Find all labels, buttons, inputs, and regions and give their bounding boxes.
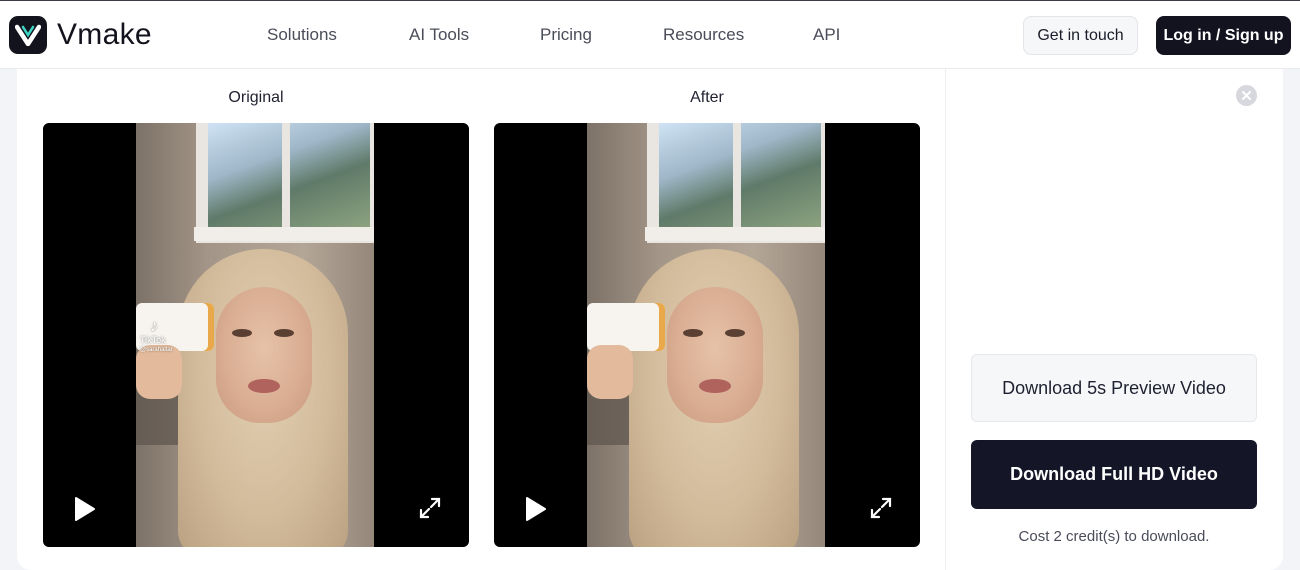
download-preview-button[interactable]: Download 5s Preview Video — [971, 354, 1257, 422]
nav-solutions[interactable]: Solutions — [267, 25, 337, 45]
after-label: After — [690, 89, 724, 106]
video-frame: ♪ TikTok @sarahaltar — [136, 123, 374, 547]
cost-note: Cost 2 credit(s) to download. — [1018, 528, 1210, 545]
watermark-handle: @sarahaltar — [140, 347, 173, 353]
vmake-logo-icon — [9, 16, 47, 54]
login-signup-button[interactable]: Log in / Sign up — [1156, 16, 1291, 55]
video-frame — [587, 123, 825, 547]
expand-icon[interactable] — [418, 496, 442, 520]
original-label: Original — [228, 89, 284, 106]
nav-resources[interactable]: Resources — [663, 25, 744, 45]
original-video[interactable]: ♪ TikTok @sarahaltar — [43, 123, 469, 547]
nav-pricing[interactable]: Pricing — [540, 25, 592, 45]
tiktok-icon: ♪ — [150, 318, 158, 335]
nav-api[interactable]: API — [813, 25, 840, 45]
play-icon[interactable] — [523, 496, 547, 522]
logo[interactable]: Vmake — [9, 16, 152, 54]
get-in-touch-button[interactable]: Get in touch — [1023, 16, 1138, 55]
nav-ai-tools[interactable]: AI Tools — [409, 25, 469, 45]
expand-icon[interactable] — [869, 496, 893, 520]
close-icon[interactable] — [1236, 85, 1257, 106]
after-video[interactable] — [494, 123, 920, 547]
site-header: Vmake Solutions AI Tools Pricing Resourc… — [0, 1, 1300, 69]
panel-divider — [945, 69, 946, 570]
play-icon[interactable] — [72, 496, 96, 522]
brand-name: Vmake — [57, 18, 152, 51]
download-full-hd-button[interactable]: Download Full HD Video — [971, 440, 1257, 509]
result-card: Original ♪ TikTok @sarahaltar After Down… — [17, 69, 1283, 570]
watermark-brand: TikTok — [140, 335, 166, 345]
tiktok-watermark: ♪ TikTok @sarahaltar — [140, 319, 173, 355]
